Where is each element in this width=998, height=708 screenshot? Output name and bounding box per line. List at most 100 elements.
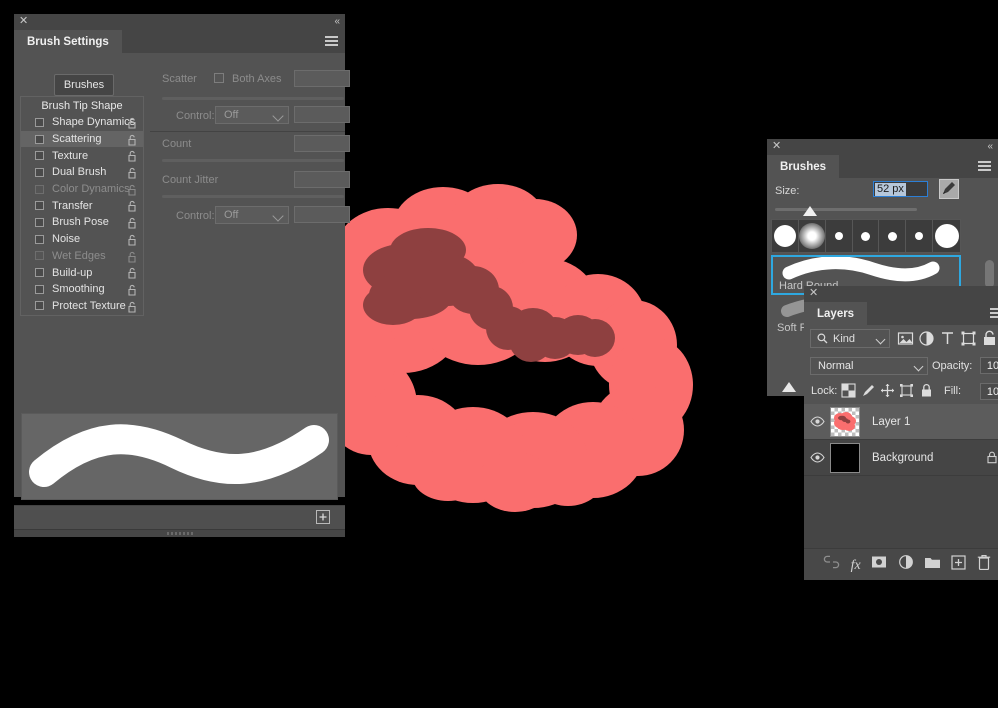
smart-object-filter-icon[interactable] bbox=[981, 330, 998, 352]
hamburger-menu-icon[interactable] bbox=[978, 161, 991, 172]
unlock-icon[interactable] bbox=[127, 117, 137, 129]
brush-tip-soft-large[interactable] bbox=[798, 220, 826, 252]
brushes-button[interactable]: Brushes bbox=[54, 74, 114, 96]
collapse-arrows-icon[interactable]: « bbox=[987, 140, 992, 153]
fx-icon[interactable]: fx bbox=[851, 556, 861, 574]
pencil-icon[interactable] bbox=[939, 179, 959, 199]
lock-transparent-pixels-icon[interactable] bbox=[841, 383, 856, 403]
control-dropdown-2[interactable]: Off bbox=[215, 206, 289, 224]
adjustment-filter-icon[interactable] bbox=[918, 330, 935, 352]
brush-tip-hard-small-3[interactable] bbox=[879, 220, 907, 252]
adjustment-layer-icon[interactable] bbox=[898, 554, 914, 575]
option-noise[interactable]: Noise bbox=[21, 231, 143, 248]
checkbox-texture[interactable] bbox=[35, 151, 44, 161]
scatter-value-field[interactable] bbox=[294, 70, 350, 87]
layer-row-layer-1[interactable]: Layer 1 bbox=[804, 404, 998, 440]
control-field-2[interactable] bbox=[294, 206, 350, 223]
option-scattering[interactable]: Scattering bbox=[21, 130, 143, 148]
unlock-icon[interactable] bbox=[127, 301, 137, 313]
brushes-scrollbar[interactable] bbox=[985, 260, 994, 288]
unlock-icon[interactable] bbox=[127, 184, 137, 196]
layer-thumbnail[interactable] bbox=[830, 442, 860, 473]
checkbox-wet-edges[interactable] bbox=[35, 251, 44, 261]
shape-filter-icon[interactable] bbox=[960, 330, 977, 352]
both-axes-checkbox[interactable] bbox=[214, 73, 224, 83]
add-mask-icon[interactable] bbox=[871, 554, 887, 575]
checkbox-scattering[interactable] bbox=[35, 134, 44, 144]
count-jitter-value-field[interactable] bbox=[294, 171, 350, 188]
tab-brushes[interactable]: Brushes bbox=[767, 155, 840, 178]
unlock-icon[interactable] bbox=[127, 167, 137, 179]
collapse-arrows-icon[interactable]: « bbox=[334, 15, 339, 28]
layer-name[interactable]: Background bbox=[872, 452, 933, 464]
checkbox-color-dynamics[interactable] bbox=[35, 184, 44, 194]
option-smoothing[interactable]: Smoothing bbox=[21, 281, 143, 298]
panel-resize-grip[interactable] bbox=[14, 529, 345, 537]
eye-icon[interactable] bbox=[804, 416, 830, 427]
unlock-icon[interactable] bbox=[127, 134, 137, 146]
option-wet-edges[interactable]: Wet Edges bbox=[21, 248, 143, 265]
checkbox-protect-texture[interactable] bbox=[35, 301, 44, 311]
unlock-icon[interactable] bbox=[127, 217, 137, 229]
count-jitter-slider[interactable] bbox=[162, 195, 344, 198]
brush-tip-hard-xlarge[interactable] bbox=[933, 220, 960, 252]
opacity-value[interactable]: 100% bbox=[980, 357, 998, 374]
checkbox-build-up[interactable] bbox=[35, 268, 44, 278]
checkbox-dual-brush[interactable] bbox=[35, 167, 44, 177]
brush-tip-shape-header[interactable]: Brush Tip Shape bbox=[21, 97, 143, 114]
option-color-dynamics[interactable]: Color Dynamics bbox=[21, 181, 143, 198]
option-transfer[interactable]: Transfer bbox=[21, 197, 143, 214]
new-group-icon[interactable] bbox=[924, 555, 941, 574]
checkbox-brush-pose[interactable] bbox=[35, 217, 44, 227]
brushes-bottom-slider-thumb[interactable] bbox=[782, 382, 796, 392]
fill-value[interactable]: 100% bbox=[980, 383, 998, 400]
layer-filter-kind-select[interactable]: Kind bbox=[810, 329, 890, 348]
checkbox-transfer[interactable] bbox=[35, 201, 44, 211]
brush-tip-hard-small-1[interactable] bbox=[826, 220, 853, 252]
type-filter-icon[interactable] bbox=[939, 330, 956, 352]
lock-position-icon[interactable] bbox=[880, 383, 895, 403]
count-value-field[interactable] bbox=[294, 135, 350, 152]
unlock-icon[interactable] bbox=[127, 200, 137, 212]
link-layers-icon[interactable] bbox=[823, 555, 840, 574]
hamburger-menu-icon[interactable] bbox=[325, 36, 338, 47]
lock-image-pixels-icon[interactable] bbox=[861, 383, 876, 403]
tab-brush-settings[interactable]: Brush Settings bbox=[14, 30, 122, 53]
scatter-slider[interactable] bbox=[162, 97, 344, 100]
unlock-icon[interactable] bbox=[127, 251, 137, 263]
checkbox-noise[interactable] bbox=[35, 234, 44, 244]
layer-thumbnail[interactable] bbox=[830, 406, 860, 437]
control-field-1[interactable] bbox=[294, 106, 350, 123]
unlock-icon[interactable] bbox=[127, 267, 137, 279]
document-canvas[interactable] bbox=[283, 130, 723, 570]
close-icon[interactable]: ✕ bbox=[19, 15, 28, 28]
delete-layer-icon[interactable] bbox=[977, 554, 991, 575]
tab-layers[interactable]: Layers bbox=[804, 302, 868, 325]
hamburger-menu-icon[interactable] bbox=[990, 308, 998, 319]
brush-tip-hard-small-2[interactable] bbox=[853, 220, 880, 252]
option-brush-pose[interactable]: Brush Pose bbox=[21, 214, 143, 231]
image-filter-icon[interactable] bbox=[897, 330, 914, 352]
layer-row-background[interactable]: Background bbox=[804, 440, 998, 476]
brush-tip-hard-large[interactable] bbox=[772, 220, 799, 252]
unlock-icon[interactable] bbox=[127, 150, 137, 162]
checkbox-smoothing[interactable] bbox=[35, 284, 44, 294]
option-texture[interactable]: Texture bbox=[21, 147, 143, 164]
lock-artboard-icon[interactable] bbox=[899, 383, 914, 403]
brush-size-slider-thumb[interactable] bbox=[803, 206, 817, 216]
layer-name[interactable]: Layer 1 bbox=[872, 416, 910, 428]
new-layer-icon[interactable] bbox=[951, 554, 966, 575]
unlock-icon[interactable] bbox=[127, 284, 137, 296]
unlock-icon[interactable] bbox=[127, 234, 137, 246]
count-slider[interactable] bbox=[162, 159, 344, 162]
close-icon[interactable]: ✕ bbox=[772, 140, 781, 153]
blend-mode-select[interactable]: Normal bbox=[810, 357, 928, 375]
brush-size-input[interactable]: 52 px bbox=[873, 181, 928, 197]
lock-all-icon[interactable] bbox=[919, 383, 934, 403]
checkbox-shape-dynamics[interactable] bbox=[35, 117, 44, 127]
option-shape-dynamics[interactable]: Shape Dynamics bbox=[21, 114, 143, 131]
option-build-up[interactable]: Build-up bbox=[21, 264, 143, 281]
brush-tip-hard-small-4[interactable] bbox=[906, 220, 934, 252]
close-icon[interactable]: ✕ bbox=[809, 287, 818, 300]
option-dual-brush[interactable]: Dual Brush bbox=[21, 164, 143, 181]
